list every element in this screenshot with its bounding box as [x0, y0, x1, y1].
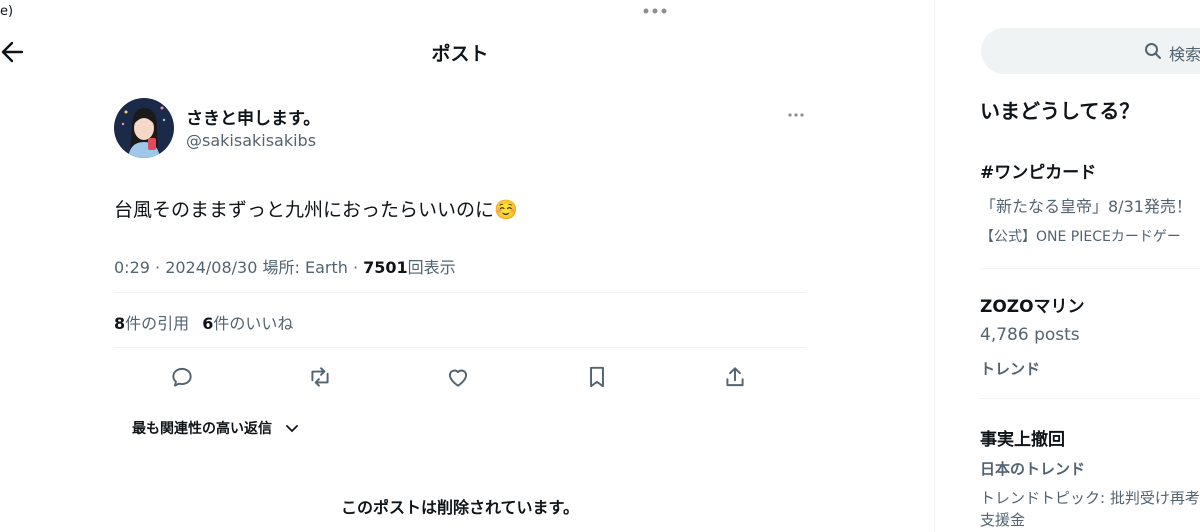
page-title: ポスト	[431, 43, 489, 65]
post-stats: 8件の引用 6件のいいね	[114, 310, 293, 334]
likes-count: 6	[202, 314, 214, 333]
like-icon[interactable]	[445, 364, 471, 390]
trend-promoter[interactable]: 【公式】ONE PIECEカードゲー	[980, 226, 1181, 246]
chevron-down-icon	[285, 424, 299, 434]
divider	[114, 347, 806, 348]
more-dots-icon[interactable]	[642, 6, 668, 16]
column-divider	[934, 0, 935, 532]
post-body: 台風そのままずっと九州におったらいいのに	[114, 199, 495, 221]
quotes-label: 件の引用	[125, 314, 190, 333]
divider	[114, 292, 806, 293]
smiling-face-emoji: ☺️	[494, 199, 518, 221]
trend-topic-continued: 支援金	[980, 511, 1026, 529]
post-meta: 0:29 · 2024/08/30 場所: Earth · 7501回表示	[114, 254, 456, 278]
trend-topic: トレンドトピック: 批判受け再考	[980, 489, 1200, 507]
trend-post-count: 4,786 posts	[980, 325, 1080, 345]
repost-icon[interactable]	[307, 364, 333, 390]
author-display-name[interactable]: さきと申します。	[186, 104, 320, 129]
likes-stat[interactable]: 6件のいいね	[202, 314, 293, 333]
post-more-icon[interactable]	[787, 112, 805, 118]
deleted-post-notice: このポストは削除されています。	[341, 498, 579, 517]
back-arrow-icon[interactable]	[0, 40, 26, 64]
search-icon	[1144, 42, 1162, 60]
divider	[980, 398, 1200, 399]
views-label: 回表示	[407, 258, 456, 277]
search-placeholder: 検索	[1169, 45, 1200, 64]
search-box[interactable]: 検索	[981, 28, 1200, 74]
trend-name[interactable]: #ワンピカード	[980, 158, 1096, 183]
post-timestamp[interactable]: 0:29 · 2024/08/30 場所: Earth ·	[114, 258, 363, 277]
reply-sort-dropdown[interactable]: 最も関連性の高い返信	[132, 418, 299, 438]
trends-title: いまどうしてる？	[980, 99, 1140, 123]
divider	[980, 268, 1200, 269]
quotes-stat[interactable]: 8件の引用	[114, 314, 189, 333]
trend-name[interactable]: ZOZOマリン	[980, 292, 1085, 317]
trend-name[interactable]: 事実上撤回	[980, 425, 1065, 450]
quotes-count: 8	[114, 314, 126, 333]
likes-label: 件のいいね	[213, 314, 294, 333]
reply-icon[interactable]	[169, 364, 195, 390]
trend-promo-line[interactable]: 「新たなる皇帝」8/31発売！	[980, 193, 1192, 217]
top-left-fragment: e)	[0, 4, 14, 19]
author-handle[interactable]: @sakisakisakibs	[186, 131, 316, 150]
trend-context: 日本のトレンド	[980, 460, 1086, 478]
post-text: 台風そのままずっと九州におったらいいのに☺️	[114, 195, 518, 222]
views-count: 7501	[363, 258, 408, 277]
share-icon[interactable]	[722, 364, 748, 390]
reply-sort-label: 最も関連性の高い返信	[132, 421, 272, 437]
avatar[interactable]	[114, 98, 174, 158]
bookmark-icon[interactable]	[584, 364, 610, 390]
trend-context: トレンド	[980, 360, 1041, 378]
